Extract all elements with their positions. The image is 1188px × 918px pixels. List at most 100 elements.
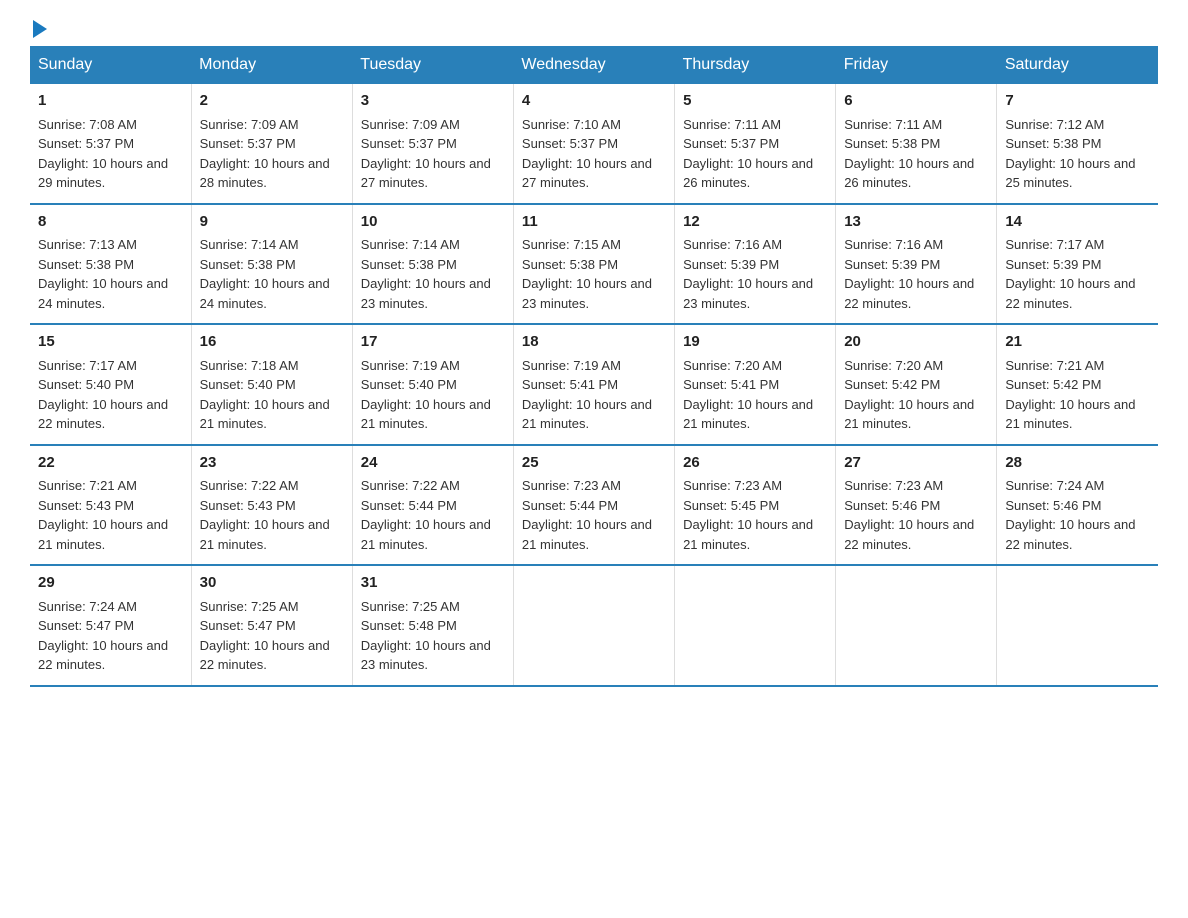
day-number: 16	[200, 331, 344, 354]
day-info: Sunrise: 7:09 AMSunset: 5:37 PMDaylight:…	[361, 117, 491, 191]
calendar-cell: 19Sunrise: 7:20 AMSunset: 5:41 PMDayligh…	[675, 324, 836, 445]
weekday-header-friday: Friday	[836, 46, 997, 84]
calendar-cell: 7 Sunrise: 7:12 AMSunset: 5:38 PMDaylight…	[997, 84, 1158, 204]
day-number: 13	[844, 211, 988, 234]
weekday-header-tuesday: Tuesday	[352, 46, 513, 84]
day-info: Sunrise: 7:20 AMSunset: 5:42 PMDaylight:…	[844, 358, 974, 432]
day-number: 11	[522, 211, 666, 234]
calendar-cell: 13 Sunrise: 7:16 AMSunset: 5:39 PMDayligh…	[836, 204, 997, 325]
day-number: 21	[1005, 331, 1150, 354]
day-info: Sunrise: 7:14 AMSunset: 5:38 PMDaylight:…	[361, 237, 491, 311]
calendar-cell: 17 Sunrise: 7:19 AMSunset: 5:40 PMDayligh…	[352, 324, 513, 445]
calendar-table: SundayMondayTuesdayWednesdayThursdayFrid…	[30, 46, 1158, 687]
day-number: 31	[361, 572, 505, 595]
calendar-cell: 22 Sunrise: 7:21 AMSunset: 5:43 PMDayligh…	[30, 445, 191, 566]
day-info: Sunrise: 7:24 AMSunset: 5:46 PMDaylight:…	[1005, 478, 1135, 552]
calendar-cell	[513, 565, 674, 686]
day-info: Sunrise: 7:11 AMSunset: 5:38 PMDaylight:…	[844, 117, 974, 191]
day-info: Sunrise: 7:16 AMSunset: 5:39 PMDaylight:…	[683, 237, 813, 311]
page-header	[30, 20, 1158, 36]
day-info: Sunrise: 7:13 AMSunset: 5:38 PMDaylight:…	[38, 237, 168, 311]
calendar-cell: 4Sunrise: 7:10 AMSunset: 5:37 PMDaylight…	[513, 84, 674, 204]
calendar-header: SundayMondayTuesdayWednesdayThursdayFrid…	[30, 46, 1158, 84]
day-number: 3	[361, 90, 505, 113]
day-info: Sunrise: 7:21 AMSunset: 5:43 PMDaylight:…	[38, 478, 168, 552]
calendar-cell: 5Sunrise: 7:11 AMSunset: 5:37 PMDaylight…	[675, 84, 836, 204]
day-number: 15	[38, 331, 183, 354]
day-info: Sunrise: 7:16 AMSunset: 5:39 PMDaylight:…	[844, 237, 974, 311]
calendar-cell: 1 Sunrise: 7:08 AMSunset: 5:37 PMDaylight…	[30, 84, 191, 204]
day-info: Sunrise: 7:19 AMSunset: 5:40 PMDaylight:…	[361, 358, 491, 432]
calendar-cell: 27Sunrise: 7:23 AMSunset: 5:46 PMDayligh…	[836, 445, 997, 566]
calendar-cell: 24 Sunrise: 7:22 AMSunset: 5:44 PMDayligh…	[352, 445, 513, 566]
day-number: 22	[38, 452, 183, 475]
calendar-cell: 2Sunrise: 7:09 AMSunset: 5:37 PMDaylight…	[191, 84, 352, 204]
day-number: 20	[844, 331, 988, 354]
calendar-cell: 20 Sunrise: 7:20 AMSunset: 5:42 PMDayligh…	[836, 324, 997, 445]
day-info: Sunrise: 7:08 AMSunset: 5:37 PMDaylight:…	[38, 117, 168, 191]
day-info: Sunrise: 7:22 AMSunset: 5:44 PMDaylight:…	[361, 478, 491, 552]
day-info: Sunrise: 7:21 AMSunset: 5:42 PMDaylight:…	[1005, 358, 1135, 432]
calendar-week-row: 1 Sunrise: 7:08 AMSunset: 5:37 PMDaylight…	[30, 84, 1158, 204]
day-info: Sunrise: 7:17 AMSunset: 5:39 PMDaylight:…	[1005, 237, 1135, 311]
day-number: 26	[683, 452, 827, 475]
day-info: Sunrise: 7:20 AMSunset: 5:41 PMDaylight:…	[683, 358, 813, 432]
day-info: Sunrise: 7:25 AMSunset: 5:47 PMDaylight:…	[200, 599, 330, 673]
day-number: 4	[522, 90, 666, 113]
day-number: 25	[522, 452, 666, 475]
calendar-cell: 8Sunrise: 7:13 AMSunset: 5:38 PMDaylight…	[30, 204, 191, 325]
calendar-cell: 30 Sunrise: 7:25 AMSunset: 5:47 PMDayligh…	[191, 565, 352, 686]
calendar-week-row: 29Sunrise: 7:24 AMSunset: 5:47 PMDayligh…	[30, 565, 1158, 686]
day-number: 24	[361, 452, 505, 475]
day-info: Sunrise: 7:25 AMSunset: 5:48 PMDaylight:…	[361, 599, 491, 673]
day-number: 28	[1005, 452, 1150, 475]
calendar-cell: 15 Sunrise: 7:17 AMSunset: 5:40 PMDayligh…	[30, 324, 191, 445]
day-number: 30	[200, 572, 344, 595]
logo-arrow-icon	[33, 20, 47, 38]
day-number: 7	[1005, 90, 1150, 113]
calendar-cell: 21 Sunrise: 7:21 AMSunset: 5:42 PMDayligh…	[997, 324, 1158, 445]
day-number: 9	[200, 211, 344, 234]
day-info: Sunrise: 7:23 AMSunset: 5:46 PMDaylight:…	[844, 478, 974, 552]
day-info: Sunrise: 7:18 AMSunset: 5:40 PMDaylight:…	[200, 358, 330, 432]
calendar-cell: 31 Sunrise: 7:25 AMSunset: 5:48 PMDayligh…	[352, 565, 513, 686]
day-info: Sunrise: 7:09 AMSunset: 5:37 PMDaylight:…	[200, 117, 330, 191]
day-info: Sunrise: 7:23 AMSunset: 5:45 PMDaylight:…	[683, 478, 813, 552]
calendar-cell: 12 Sunrise: 7:16 AMSunset: 5:39 PMDayligh…	[675, 204, 836, 325]
day-info: Sunrise: 7:24 AMSunset: 5:47 PMDaylight:…	[38, 599, 168, 673]
calendar-cell	[675, 565, 836, 686]
day-number: 6	[844, 90, 988, 113]
day-number: 23	[200, 452, 344, 475]
day-number: 1	[38, 90, 183, 113]
calendar-week-row: 22 Sunrise: 7:21 AMSunset: 5:43 PMDayligh…	[30, 445, 1158, 566]
calendar-cell: 9Sunrise: 7:14 AMSunset: 5:38 PMDaylight…	[191, 204, 352, 325]
day-number: 12	[683, 211, 827, 234]
calendar-cell	[836, 565, 997, 686]
logo	[30, 20, 47, 36]
calendar-week-row: 15 Sunrise: 7:17 AMSunset: 5:40 PMDayligh…	[30, 324, 1158, 445]
calendar-cell: 6 Sunrise: 7:11 AMSunset: 5:38 PMDaylight…	[836, 84, 997, 204]
day-info: Sunrise: 7:23 AMSunset: 5:44 PMDaylight:…	[522, 478, 652, 552]
day-info: Sunrise: 7:22 AMSunset: 5:43 PMDaylight:…	[200, 478, 330, 552]
weekday-header-wednesday: Wednesday	[513, 46, 674, 84]
calendar-cell: 25 Sunrise: 7:23 AMSunset: 5:44 PMDayligh…	[513, 445, 674, 566]
calendar-week-row: 8Sunrise: 7:13 AMSunset: 5:38 PMDaylight…	[30, 204, 1158, 325]
calendar-cell: 3 Sunrise: 7:09 AMSunset: 5:37 PMDaylight…	[352, 84, 513, 204]
calendar-cell	[997, 565, 1158, 686]
calendar-cell: 16 Sunrise: 7:18 AMSunset: 5:40 PMDayligh…	[191, 324, 352, 445]
weekday-header-sunday: Sunday	[30, 46, 191, 84]
calendar-cell: 23 Sunrise: 7:22 AMSunset: 5:43 PMDayligh…	[191, 445, 352, 566]
calendar-cell: 29Sunrise: 7:24 AMSunset: 5:47 PMDayligh…	[30, 565, 191, 686]
day-info: Sunrise: 7:15 AMSunset: 5:38 PMDaylight:…	[522, 237, 652, 311]
day-info: Sunrise: 7:17 AMSunset: 5:40 PMDaylight:…	[38, 358, 168, 432]
calendar-body: 1 Sunrise: 7:08 AMSunset: 5:37 PMDaylight…	[30, 84, 1158, 686]
weekday-header-saturday: Saturday	[997, 46, 1158, 84]
day-info: Sunrise: 7:19 AMSunset: 5:41 PMDaylight:…	[522, 358, 652, 432]
day-info: Sunrise: 7:12 AMSunset: 5:38 PMDaylight:…	[1005, 117, 1135, 191]
calendar-cell: 10 Sunrise: 7:14 AMSunset: 5:38 PMDayligh…	[352, 204, 513, 325]
day-number: 14	[1005, 211, 1150, 234]
day-number: 17	[361, 331, 505, 354]
day-number: 10	[361, 211, 505, 234]
calendar-cell: 26 Sunrise: 7:23 AMSunset: 5:45 PMDayligh…	[675, 445, 836, 566]
weekday-header-thursday: Thursday	[675, 46, 836, 84]
